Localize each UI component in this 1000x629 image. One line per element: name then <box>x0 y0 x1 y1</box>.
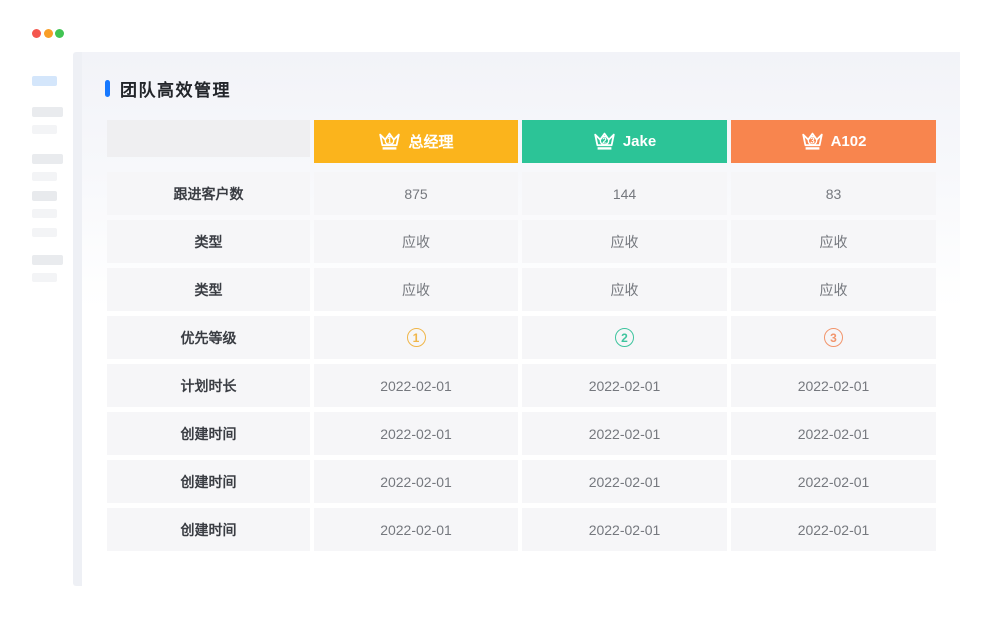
row-label-cell: 创建时间 <box>107 412 310 455</box>
cell-value: 2022-02-01 <box>589 522 661 538</box>
table-cell: 2022-02-01 <box>522 460 727 503</box>
table-cell: 2022-02-01 <box>731 508 936 551</box>
table-row: 优先等级 1 2 3 <box>107 316 936 359</box>
cell-value: 应收 <box>611 280 639 300</box>
column-header-label: Jake <box>623 133 656 150</box>
row-label-cell: 计划时长 <box>107 364 310 407</box>
table-cell: 应收 <box>314 268 518 311</box>
panel-divider <box>73 52 82 586</box>
table-cell: 应收 <box>522 220 727 263</box>
sidebar-item-skeleton <box>32 255 63 265</box>
column-header-Jake[interactable]: 2 Jake <box>522 120 727 163</box>
table-cell: 3 <box>731 316 936 359</box>
table-row: 类型 应收 应收 应收 <box>107 220 936 263</box>
table-cell: 2022-02-01 <box>522 364 727 407</box>
table-cell: 应收 <box>522 268 727 311</box>
table-row: 创建时间 2022-02-01 2022-02-01 2022-02-01 <box>107 412 936 455</box>
table-cell: 2022-02-01 <box>731 364 936 407</box>
cell-value: 应收 <box>820 232 848 252</box>
sidebar-item-skeleton <box>32 125 57 134</box>
cell-value: 83 <box>826 186 842 202</box>
crown-icon: 1 <box>378 132 401 151</box>
table-cell: 2022-02-01 <box>314 364 518 407</box>
cell-value: 应收 <box>402 232 430 252</box>
minimize-window-dot[interactable] <box>44 29 53 38</box>
row-label-cell: 优先等级 <box>107 316 310 359</box>
page-title-row: 团队高效管理 <box>105 76 231 101</box>
table-header-row: 1 总经理 2 Jake 3 A102 <box>107 120 936 163</box>
table-row: 类型 应收 应收 应收 <box>107 268 936 311</box>
sidebar-item-skeleton <box>32 107 63 117</box>
priority-rank-badge: 3 <box>824 328 843 347</box>
row-label-cell: 创建时间 <box>107 508 310 551</box>
table-cell: 2022-02-01 <box>314 412 518 455</box>
header-blank-cell <box>107 120 310 157</box>
sidebar-item-skeleton <box>32 228 57 237</box>
table-cell: 875 <box>314 172 518 215</box>
crown-rank-number: 1 <box>388 137 393 146</box>
cell-value: 2022-02-01 <box>589 378 661 394</box>
crown-rank-number: 3 <box>810 137 815 146</box>
table-cell: 2022-02-01 <box>522 508 727 551</box>
crown-icon: 3 <box>801 132 824 151</box>
sidebar-item-active-skeleton <box>32 76 57 86</box>
priority-rank-badge: 1 <box>407 328 426 347</box>
content-card: 团队高效管理 1总经理2Jake3A102跟进客户数87514483类型应收应收… <box>82 52 960 586</box>
app-window: 团队高效管理 1总经理2Jake3A102跟进客户数87514483类型应收应收… <box>0 0 1000 629</box>
zoom-window-dot[interactable] <box>55 29 64 38</box>
table-cell: 2022-02-01 <box>731 412 936 455</box>
comparison-table: 1总经理2Jake3A102跟进客户数87514483类型应收应收应收类型应收应… <box>107 120 936 556</box>
cell-value: 2022-02-01 <box>798 474 870 490</box>
column-header-label: 总经理 <box>408 131 453 152</box>
cell-value: 2022-02-01 <box>380 426 452 442</box>
priority-rank-badge: 2 <box>615 328 634 347</box>
title-accent-bar <box>105 80 110 97</box>
cell-value: 应收 <box>820 280 848 300</box>
table-cell: 应收 <box>731 220 936 263</box>
column-header-label: A102 <box>831 133 867 150</box>
cell-value: 应收 <box>402 280 430 300</box>
table-cell: 2022-02-01 <box>314 460 518 503</box>
crown-rank-number: 2 <box>602 137 607 146</box>
table-cell: 1 <box>314 316 518 359</box>
row-label-cell: 类型 <box>107 268 310 311</box>
table-row: 计划时长 2022-02-01 2022-02-01 2022-02-01 <box>107 364 936 407</box>
page-title: 团队高效管理 <box>120 76 231 101</box>
table-cell: 2022-02-01 <box>314 508 518 551</box>
sidebar-item-skeleton <box>32 273 57 282</box>
row-label-cell: 类型 <box>107 220 310 263</box>
table-cell: 144 <box>522 172 727 215</box>
cell-value: 2022-02-01 <box>380 378 452 394</box>
table-cell: 2022-02-01 <box>522 412 727 455</box>
sidebar-item-skeleton <box>32 172 57 181</box>
row-label-cell: 跟进客户数 <box>107 172 310 215</box>
cell-value: 2022-02-01 <box>589 426 661 442</box>
cell-value: 2022-02-01 <box>798 426 870 442</box>
cell-value: 应收 <box>611 232 639 252</box>
table-row: 创建时间 2022-02-01 2022-02-01 2022-02-01 <box>107 508 936 551</box>
table-row: 创建时间 2022-02-01 2022-02-01 2022-02-01 <box>107 460 936 503</box>
cell-value: 144 <box>613 186 636 202</box>
column-header-总经理[interactable]: 1 总经理 <box>314 120 518 163</box>
table-cell: 应收 <box>731 268 936 311</box>
crown-icon: 2 <box>593 132 616 151</box>
table-row: 跟进客户数 875 144 83 <box>107 172 936 215</box>
cell-value: 2022-02-01 <box>380 522 452 538</box>
cell-value: 2022-02-01 <box>589 474 661 490</box>
cell-value: 2022-02-01 <box>380 474 452 490</box>
row-label-cell: 创建时间 <box>107 460 310 503</box>
table-cell: 2 <box>522 316 727 359</box>
sidebar-item-skeleton <box>32 154 63 164</box>
close-window-dot[interactable] <box>32 29 41 38</box>
sidebar-item-skeleton <box>32 209 57 218</box>
table-cell: 2022-02-01 <box>731 460 936 503</box>
table-cell: 83 <box>731 172 936 215</box>
sidebar-item-skeleton <box>32 191 57 201</box>
cell-value: 875 <box>404 186 427 202</box>
cell-value: 2022-02-01 <box>798 378 870 394</box>
column-header-A102[interactable]: 3 A102 <box>731 120 936 163</box>
table-cell: 应收 <box>314 220 518 263</box>
cell-value: 2022-02-01 <box>798 522 870 538</box>
